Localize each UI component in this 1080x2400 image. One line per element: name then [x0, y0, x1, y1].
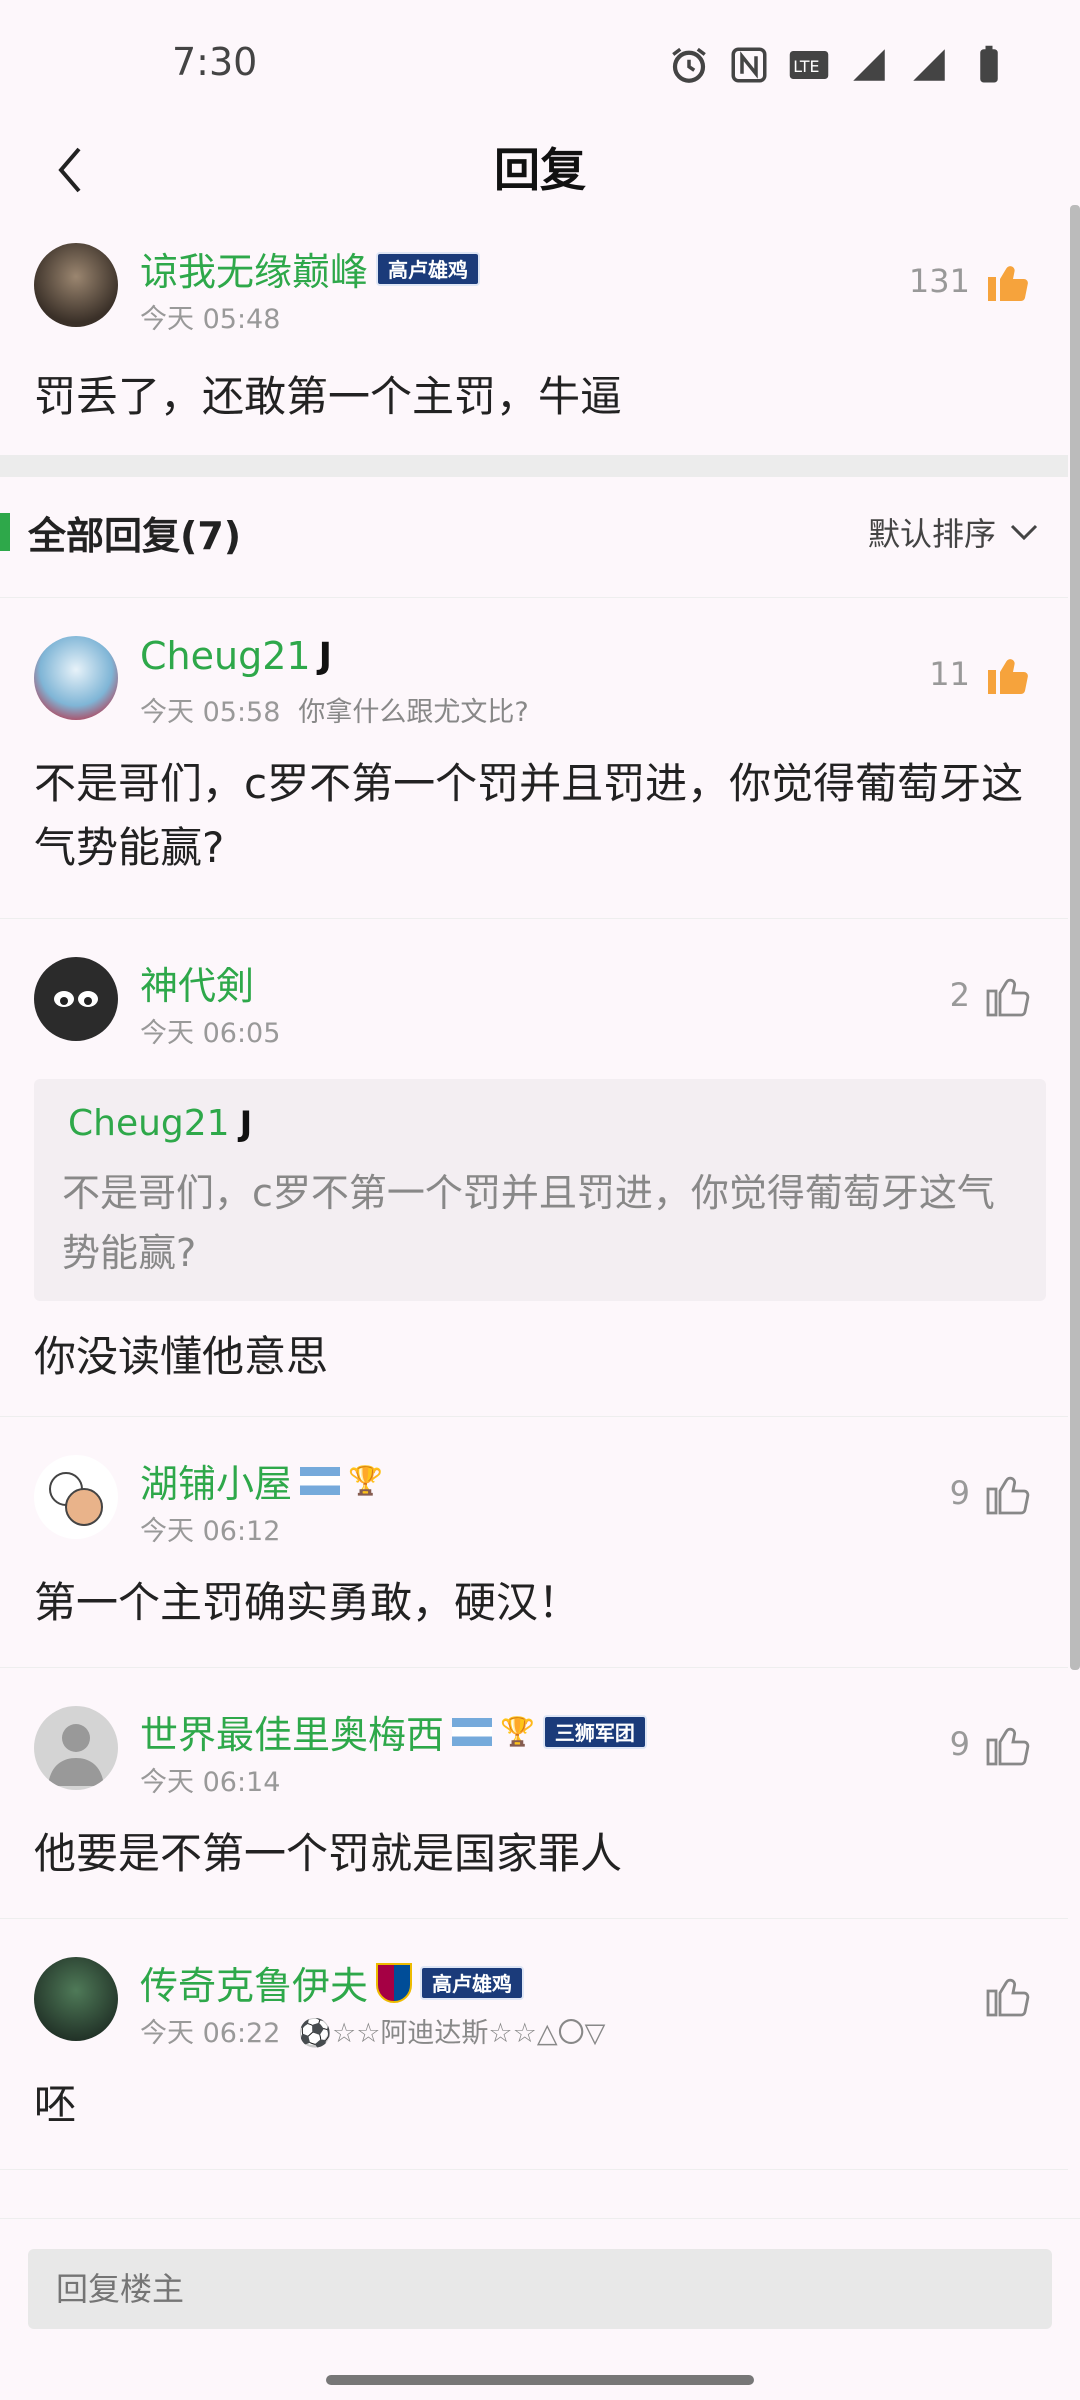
- like-count: 9: [949, 1725, 970, 1763]
- argentina-flag-icon: [452, 1717, 493, 1746]
- team-badge: 高卢雄鸡: [420, 1965, 525, 2000]
- thumbs-up-icon: [988, 659, 1028, 695]
- username-text: 传奇克鲁伊夫: [140, 1964, 369, 2008]
- sort-label: 默认排序: [867, 515, 996, 553]
- username[interactable]: 谅我无缘巅峰 高卢雄鸡: [140, 241, 481, 296]
- battery-icon: [968, 44, 1010, 86]
- replies-header: 全部回复(7) 默认排序: [0, 477, 1068, 597]
- avatar[interactable]: [34, 1455, 118, 1539]
- username-text: Cheug21: [140, 634, 311, 678]
- volte-icon: LTE: [788, 44, 830, 86]
- comment-content: 他要是不第一个罚就是国家罪人: [34, 1829, 623, 1878]
- reply-item: 世界最佳里奥梅西 🏆 三狮军团 今天 06:14 9 他要是不第一个罚就是国家罪…: [0, 1668, 1068, 1918]
- default-avatar-icon: [48, 1724, 104, 1786]
- comment-time: 今天 05:48: [140, 304, 281, 335]
- replies-title: 全部回复(7): [28, 513, 242, 558]
- barcelona-crest-icon: [376, 1962, 413, 2003]
- avatar[interactable]: [34, 636, 118, 720]
- username[interactable]: 神代剣: [140, 955, 254, 1010]
- user-signature: ⚽☆☆阿迪达斯☆☆△〇▽: [298, 2018, 606, 2049]
- username[interactable]: Cheug21 J: [140, 634, 332, 678]
- username-text: 谅我无缘巅峰: [140, 250, 369, 294]
- juventus-icon: J: [239, 1103, 253, 1144]
- reply-input[interactable]: [28, 2249, 1052, 2329]
- signal-1-icon: [848, 44, 890, 86]
- svg-text:LTE: LTE: [793, 57, 819, 76]
- comment-content: 罚丢了，还敢第一个主罚，牛逼: [34, 372, 623, 421]
- like-count: 9: [949, 1474, 970, 1512]
- section-divider: [0, 455, 1068, 477]
- sort-dropdown[interactable]: 默认排序: [868, 477, 1038, 587]
- comment-time: 今天 06:22: [140, 2018, 281, 2049]
- comment-time: 今天 06:05: [140, 1018, 281, 1049]
- username[interactable]: 传奇克鲁伊夫 高卢雄鸡: [140, 1955, 525, 2010]
- alarm-icon: [668, 44, 710, 86]
- argentina-flag-icon: [300, 1466, 341, 1495]
- like-button[interactable]: 9: [950, 1469, 1032, 1517]
- like-button[interactable]: 2: [950, 971, 1032, 1019]
- main-comment: 谅我无缘巅峰 高卢雄鸡 今天 05:48 131 罚丢了，还敢第一个主罚，牛逼: [0, 205, 1068, 455]
- status-time: 7:30: [172, 40, 258, 84]
- avatar[interactable]: [34, 1957, 118, 2041]
- like-button[interactable]: 11: [929, 650, 1032, 698]
- bottom-reply-bar: [0, 2218, 1080, 2400]
- status-bar: 7:30 LTE: [0, 0, 1080, 130]
- quoted-text: 不是哥们，c罗不第一个罚并且罚进，你觉得葡萄牙这气势能赢?: [62, 1171, 995, 1275]
- like-button[interactable]: 9: [950, 1720, 1032, 1768]
- like-button[interactable]: 131: [909, 257, 1032, 305]
- comment-time: 今天 05:58: [140, 697, 281, 728]
- trophy-icon: 🏆: [500, 1715, 535, 1748]
- status-icons: LTE: [668, 44, 1010, 86]
- team-badge: 三狮军团: [542, 1714, 647, 1749]
- like-count: 2: [949, 976, 970, 1014]
- username-text: 湖铺小屋: [140, 1462, 293, 1506]
- trophy-icon: 🏆: [348, 1464, 383, 1497]
- comment-meta: 今天 05:58 你拿什么跟尤文比?: [140, 690, 529, 729]
- chevron-down-icon: [1010, 524, 1038, 541]
- header: 回复: [0, 130, 1080, 210]
- quoted-username: Cheug21 J: [68, 1103, 252, 1144]
- like-count: 11: [929, 655, 970, 693]
- user-signature: 你拿什么跟尤文比?: [298, 697, 529, 728]
- divider: [0, 2169, 1068, 2170]
- avatar[interactable]: [34, 957, 118, 1041]
- juventus-icon: J: [318, 635, 332, 677]
- avatar-dogs-icon: [49, 1472, 103, 1526]
- thumbs-up-icon: [986, 1476, 1030, 1515]
- comment-content: 不是哥们，c罗不第一个罚并且罚进，你觉得葡萄牙这气势能赢?: [34, 759, 1024, 872]
- scrollbar[interactable]: [1070, 205, 1080, 1670]
- username[interactable]: 世界最佳里奥梅西 🏆 三狮军团: [140, 1704, 647, 1759]
- thumbs-up-icon: [986, 1727, 1030, 1766]
- quoted-username-text: Cheug21: [68, 1103, 230, 1144]
- thumbs-up-icon: [986, 978, 1030, 1017]
- reply-item: Cheug21 J 今天 05:58 你拿什么跟尤文比? 11 不是哥们，c罗不第…: [0, 598, 1068, 918]
- reply-item: 神代剣 今天 06:05 2 Cheug21 J 不是哥们，c罗不第一个罚并且罚…: [0, 919, 1068, 1416]
- quoted-reply[interactable]: Cheug21 J 不是哥们，c罗不第一个罚并且罚进，你觉得葡萄牙这气势能赢?: [34, 1079, 1046, 1301]
- avatar[interactable]: [34, 1706, 118, 1790]
- comment-meta: 今天 06:22 ⚽☆☆阿迪达斯☆☆△〇▽: [140, 2011, 605, 2050]
- nfc-icon: [728, 44, 770, 86]
- team-badge: 高卢雄鸡: [376, 251, 481, 286]
- section-marker: [0, 513, 10, 551]
- thumbs-up-icon: [986, 1978, 1030, 2017]
- avatar-face-icon: [54, 991, 98, 1007]
- comment-time: 今天 06:12: [140, 1516, 281, 1547]
- username-text: 神代剣: [140, 964, 255, 1008]
- reply-item: 传奇克鲁伊夫 高卢雄鸡 今天 06:22 ⚽☆☆阿迪达斯☆☆△〇▽ 呸: [0, 1919, 1068, 2169]
- signal-2-icon: [908, 44, 950, 86]
- thumbs-up-icon: [988, 266, 1028, 302]
- like-count: 131: [908, 262, 970, 300]
- avatar[interactable]: [34, 243, 118, 327]
- gesture-bar[interactable]: [326, 2375, 754, 2385]
- comment-content: 呸: [34, 2080, 77, 2129]
- username-text: 世界最佳里奥梅西: [140, 1713, 445, 1757]
- comment-time: 今天 06:14: [140, 1767, 281, 1798]
- page-title: 回复: [494, 143, 586, 197]
- username[interactable]: 湖铺小屋 🏆: [140, 1453, 383, 1508]
- reply-item: 湖铺小屋 🏆 今天 06:12 9 第一个主罚确实勇敢，硬汉！: [0, 1417, 1068, 1667]
- like-button[interactable]: [970, 1971, 1032, 2019]
- comment-content: 你没读懂他意思: [34, 1332, 329, 1381]
- comment-content: 第一个主罚确实勇敢，硬汉！: [34, 1578, 581, 1627]
